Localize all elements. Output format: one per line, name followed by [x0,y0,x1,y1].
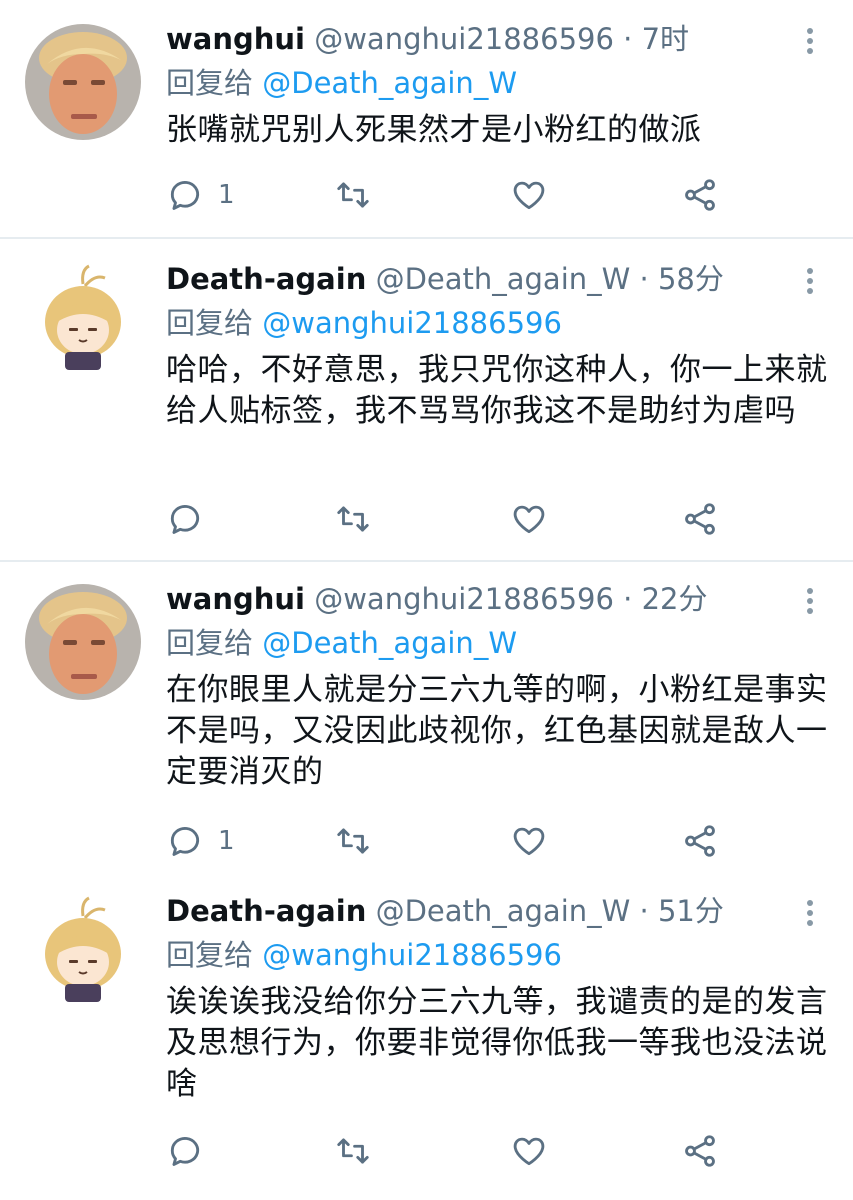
timestamp[interactable]: 22分 [642,582,708,616]
mention-link[interactable]: @wanghui21886596 [262,938,562,972]
share-icon [685,825,715,857]
retweet-icon [337,1138,369,1164]
like-button[interactable] [510,170,548,220]
heart-icon [513,827,545,856]
reply-context: 回复给 @Death_again_W [166,622,517,664]
action-bar [166,1126,726,1176]
user-handle[interactable]: @wanghui21886596 [314,582,614,616]
reply-prefix: 回复给 [166,66,254,100]
retweet-button[interactable] [334,494,372,544]
timestamp[interactable]: 58分 [658,262,724,296]
separator-dot: · [623,582,633,616]
tweet-divider [0,560,853,562]
avatar[interactable] [25,584,141,700]
share-button[interactable] [681,494,719,544]
avatar[interactable] [25,896,141,1012]
reply-prefix: 回复给 [166,626,254,660]
tweet-header: wanghui @wanghui21886596 · 22分 [166,578,707,620]
reply-button[interactable] [166,494,218,544]
heart-icon [513,181,545,210]
user-avatar-icon [25,264,141,380]
heart-icon [513,1137,545,1166]
reply-context: 回复给 @wanghui21886596 [166,934,562,976]
retweet-button[interactable] [334,1126,372,1176]
tweet-text: 张嘴就咒别人死果然才是小粉红的做派 [166,112,702,148]
more-options-icon[interactable] [796,584,824,624]
share-icon [685,1135,715,1167]
tweet-header: Death-again @Death_again_W · 58分 [166,258,724,300]
user-avatar-icon [25,896,141,1012]
user-handle[interactable]: @Death_again_W [376,262,631,296]
retweet-icon [337,506,369,532]
tweet[interactable]: Death-again @Death_again_W · 51分 回复给 @wa… [0,890,853,1190]
reply-icon [170,505,200,534]
tweet[interactable]: wanghui @wanghui21886596 · 22分 回复给 @Deat… [0,578,853,878]
like-button[interactable] [510,1126,548,1176]
tweet[interactable]: wanghui @wanghui21886596 · 7时 回复给 @Death… [0,18,853,218]
like-button[interactable] [510,494,548,544]
display-name[interactable]: wanghui [166,22,305,56]
reply-prefix: 回复给 [166,306,254,340]
display-name[interactable]: Death-again [166,894,366,928]
more-options-icon[interactable] [796,896,824,936]
reply-context: 回复给 @Death_again_W [166,62,517,104]
heart-icon [513,505,545,534]
display-name[interactable]: Death-again [166,262,366,296]
timestamp[interactable]: 51分 [658,894,724,928]
share-button[interactable] [681,816,719,866]
user-avatar-icon [25,24,141,140]
action-bar [166,494,726,544]
more-options-icon[interactable] [796,24,824,64]
reply-icon [170,1137,200,1166]
action-bar: 1 [166,170,726,220]
tweet-text: 诶诶诶我没给你分三六九等，我谴责的是的发言及思想行为，你要非觉得你低我一等我也没… [166,984,828,1102]
timestamp[interactable]: 7时 [642,22,689,56]
reply-button[interactable]: 1 [166,170,235,220]
tweet-header: wanghui @wanghui21886596 · 7时 [166,18,689,60]
retweet-button[interactable] [334,816,372,866]
separator-dot: · [639,262,649,296]
user-handle[interactable]: @Death_again_W [376,894,631,928]
mention-link[interactable]: @wanghui21886596 [262,306,562,340]
mention-link[interactable]: @Death_again_W [262,626,517,660]
like-button[interactable] [510,816,548,866]
reply-icon [170,181,200,210]
retweet-icon [337,182,369,208]
more-options-icon[interactable] [796,264,824,304]
share-button[interactable] [681,170,719,220]
tweet-header: Death-again @Death_again_W · 51分 [166,890,724,932]
share-button[interactable] [681,1126,719,1176]
share-icon [685,179,715,211]
user-avatar-icon [25,584,141,700]
retweet-button[interactable] [334,170,372,220]
tweet-divider [0,237,853,239]
user-handle[interactable]: @wanghui21886596 [314,22,614,56]
separator-dot: · [639,894,649,928]
mention-link[interactable]: @Death_again_W [262,66,517,100]
reply-icon [170,827,200,856]
tweet[interactable]: Death-again @Death_again_W · 58分 回复给 @wa… [0,258,853,558]
tweet-text: 在你眼里人就是分三六九等的啊，小粉红是事实不是吗，又没因此歧视你，红色基因就是敌… [166,672,828,790]
reply-count: 1 [218,826,235,856]
separator-dot: · [623,22,633,56]
tweet-text: 哈哈，不好意思，我只咒你这种人，你一上来就给人贴标签，我不骂骂你我这不是助纣为虐… [166,352,828,429]
share-icon [685,503,715,535]
display-name[interactable]: wanghui [166,582,305,616]
action-bar: 1 [166,816,726,866]
avatar[interactable] [25,24,141,140]
retweet-icon [337,828,369,854]
reply-button[interactable]: 1 [166,816,235,866]
avatar[interactable] [25,264,141,380]
reply-button[interactable] [166,1126,218,1176]
reply-prefix: 回复给 [166,938,254,972]
reply-context: 回复给 @wanghui21886596 [166,302,562,344]
reply-count: 1 [218,180,235,210]
